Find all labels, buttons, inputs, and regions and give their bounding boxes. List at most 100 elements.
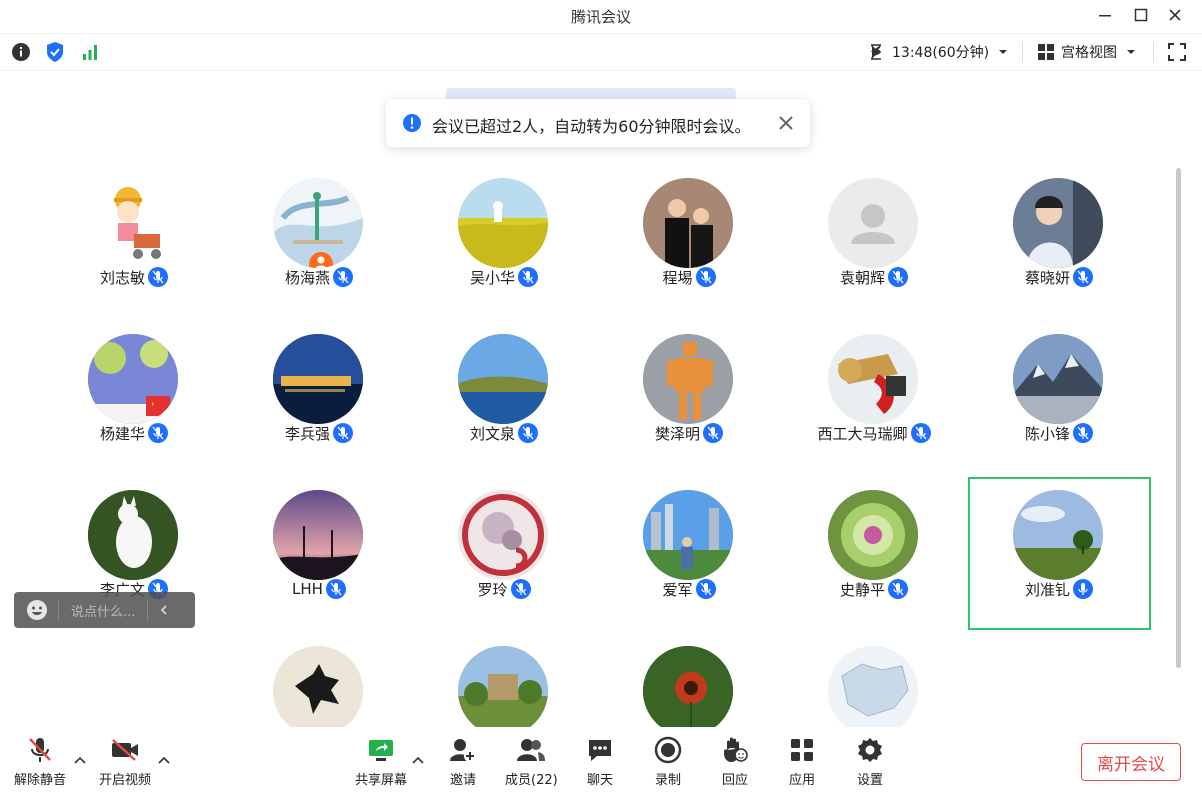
close-window-button[interactable] xyxy=(1160,3,1190,27)
avatar xyxy=(643,646,733,727)
meeting-info-bar: 13:48(60分钟) 宫格视图 xyxy=(0,34,1202,71)
security-shield-icon[interactable] xyxy=(44,41,66,63)
participant-tile[interactable]: 杨建华 xyxy=(42,324,226,480)
avatar xyxy=(828,334,918,424)
share-screen-icon xyxy=(369,740,393,761)
avatar xyxy=(458,490,548,580)
settings-label: 设置 xyxy=(857,773,884,788)
leave-meeting-button[interactable]: 离开会议 xyxy=(1081,743,1181,781)
mic-muted-icon xyxy=(148,423,168,443)
participant-tile[interactable]: 杨海燕 xyxy=(227,168,411,324)
title-bar: 腾讯会议 xyxy=(0,0,1202,34)
avatar xyxy=(643,490,733,580)
avatar xyxy=(458,646,548,727)
participant-tile[interactable] xyxy=(597,636,781,727)
participant-name: 李兵强 xyxy=(284,424,330,443)
chat-input-placeholder[interactable]: 说点什么... xyxy=(71,601,135,620)
minimize-button[interactable] xyxy=(1090,3,1120,27)
close-notice-button[interactable] xyxy=(776,113,796,133)
avatar xyxy=(88,334,178,424)
avatar xyxy=(273,178,363,268)
participant-tile[interactable]: 蔡晓妍 xyxy=(967,168,1151,324)
maximize-button[interactable] xyxy=(1126,3,1156,27)
participant-tile[interactable]: 爱军 xyxy=(597,480,781,636)
avatar xyxy=(828,178,918,268)
share-screen-button[interactable]: 共享屏幕 xyxy=(355,735,407,789)
view-mode-label: 宫格视图 xyxy=(1061,45,1117,61)
gear-icon xyxy=(858,738,882,762)
participant-name: 西工大马瑞卿 xyxy=(817,424,908,443)
chevron-down-icon xyxy=(1127,50,1135,54)
avatar xyxy=(643,178,733,268)
avatar xyxy=(828,490,918,580)
participant-tile[interactable] xyxy=(782,636,966,727)
participant-name: 罗玲 xyxy=(477,580,508,599)
signal-strength-icon[interactable] xyxy=(79,41,101,63)
notice-text: 会议已超过2人，自动转为60分钟限时会议。 xyxy=(432,117,751,136)
avatar xyxy=(273,334,363,424)
participant-name: 杨海燕 xyxy=(284,268,330,287)
participant-tile[interactable]: 吴小华 xyxy=(412,168,596,324)
grid-view-icon xyxy=(1038,44,1054,60)
participant-tile[interactable]: 罗玲 xyxy=(412,480,596,636)
mic-muted-icon xyxy=(333,267,353,287)
settings-button[interactable]: 设置 xyxy=(857,735,883,789)
invite-button[interactable]: 邀请 xyxy=(449,735,477,789)
avatar xyxy=(1013,178,1103,268)
participant-name: 史静平 xyxy=(839,580,885,599)
apps-button[interactable]: 应用 xyxy=(789,735,815,789)
notice-toast: 会议已超过2人，自动转为60分钟限时会议。 xyxy=(386,99,810,147)
mic-muted-icon xyxy=(1073,267,1093,287)
view-mode-selector[interactable]: 宫格视图 xyxy=(1037,34,1137,70)
avatar xyxy=(643,334,733,424)
fullscreen-button[interactable] xyxy=(1166,41,1188,63)
participant-tile[interactable]: 樊泽明 xyxy=(597,324,781,480)
chevron-down-icon xyxy=(999,50,1008,54)
mic-muted-icon xyxy=(910,423,931,443)
mic-muted-icon xyxy=(695,267,716,287)
participant-tile[interactable]: LHH xyxy=(227,480,411,636)
members-button[interactable]: 成员(22) xyxy=(505,735,558,789)
grid-scrollbar[interactable] xyxy=(1176,168,1181,668)
react-button[interactable]: 回应 xyxy=(721,735,749,789)
timer-text: 13:48(60分钟) xyxy=(892,45,990,61)
mic-muted-icon xyxy=(1073,423,1093,443)
participant-name: 爱军 xyxy=(662,580,693,599)
members-icon xyxy=(517,739,546,761)
share-options-chevron-up-icon[interactable] xyxy=(411,753,425,767)
mic-muted-icon xyxy=(703,423,723,443)
mic-muted-icon xyxy=(518,423,538,443)
members-label: 成员(22) xyxy=(505,773,558,788)
chat-button[interactable]: 聊天 xyxy=(586,735,614,789)
chevron-left-icon[interactable] xyxy=(158,604,170,616)
emoji-icon[interactable] xyxy=(26,599,48,621)
audio-options-chevron-up-icon[interactable] xyxy=(73,753,87,767)
participant-name: 樊泽明 xyxy=(654,424,700,443)
mic-muted-icon xyxy=(695,579,716,599)
participant-name: 吴小华 xyxy=(469,268,515,287)
video-options-chevron-up-icon[interactable] xyxy=(157,753,171,767)
participant-tile[interactable]: 刘志敏 xyxy=(42,168,226,324)
participant-tile[interactable] xyxy=(227,636,411,727)
participant-tile[interactable]: 袁朝辉 xyxy=(782,168,966,324)
meeting-timer[interactable]: 13:48(60分钟) xyxy=(868,34,1009,70)
unmute-button[interactable]: 解除静音 xyxy=(14,735,66,789)
participant-tile[interactable]: 刘文泉 xyxy=(412,324,596,480)
participant-tile[interactable]: 史静平 xyxy=(782,480,966,636)
window-title: 腾讯会议 xyxy=(570,8,631,26)
record-label: 录制 xyxy=(654,773,681,788)
participant-name: 杨建华 xyxy=(99,424,145,443)
participant-tile[interactable] xyxy=(412,636,596,727)
participant-tile[interactable]: 西工大马瑞卿 xyxy=(782,324,966,480)
start-video-button[interactable]: 开启视频 xyxy=(99,735,151,789)
participant-tile[interactable]: 程埸 xyxy=(597,168,781,324)
participant-tile[interactable]: 李兵强 xyxy=(227,324,411,480)
hourglass-icon xyxy=(871,44,881,60)
chat-label: 聊天 xyxy=(586,773,613,788)
mic-muted-icon xyxy=(29,738,51,762)
mic-muted-icon xyxy=(148,267,168,287)
participant-tile[interactable]: 陈小锋 xyxy=(967,324,1151,480)
quick-chat-bar[interactable]: 说点什么... xyxy=(14,592,195,628)
record-button[interactable]: 录制 xyxy=(654,735,682,789)
info-icon[interactable] xyxy=(10,41,32,63)
